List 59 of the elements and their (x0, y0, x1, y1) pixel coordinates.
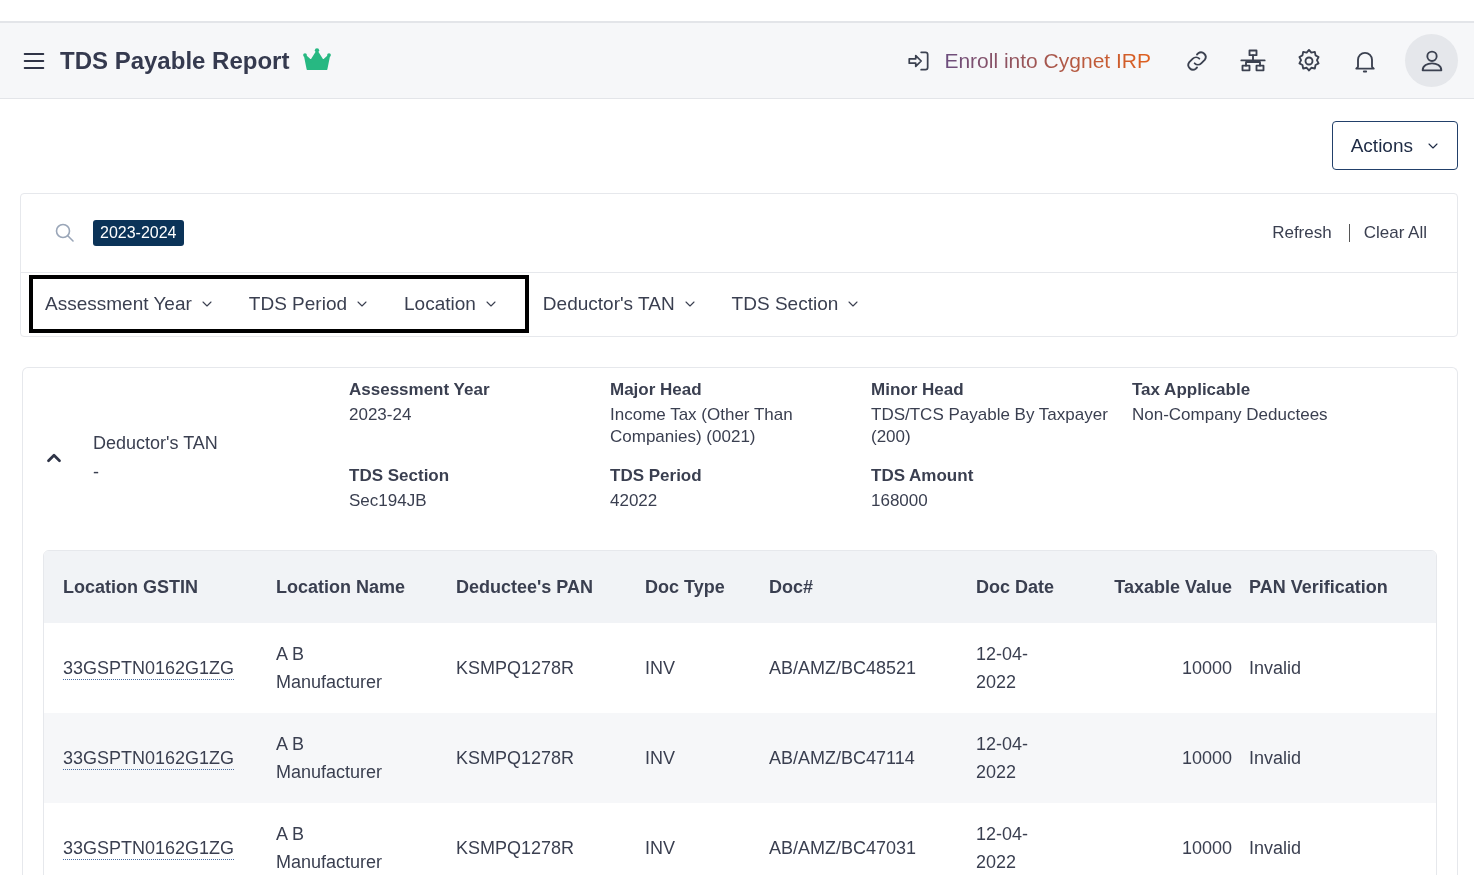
table-cell-text: Invalid (1249, 657, 1303, 680)
table-cell-text: KSMPQ1278R (456, 747, 576, 770)
column-header: Doc Type (645, 576, 726, 598)
field-label: TDS Amount (871, 466, 975, 486)
table-cell-text: A B Manufacturer (276, 643, 384, 694)
filter-dropdown[interactable]: TDS Period (234, 284, 390, 324)
page-title: TDS Payable Report (60, 46, 290, 75)
column-header: Location Name (276, 576, 407, 598)
table-cell-text: 10000 (1181, 747, 1233, 770)
actions-button[interactable]: Actions (1331, 121, 1458, 170)
field-label: Deductor's TAN (93, 432, 218, 455)
table-cell-text: Invalid (1249, 747, 1303, 770)
column-header: Location GSTIN (63, 576, 199, 598)
field-value: 42022 (610, 490, 659, 512)
user-avatar[interactable] (1405, 34, 1458, 87)
table-cell-text: INV (645, 657, 676, 680)
table-cell-text: INV (645, 837, 676, 860)
column-header: Doc Date (976, 576, 1056, 598)
table-cell-text: Invalid (1249, 837, 1303, 860)
table-cell-text: A B Manufacturer (276, 823, 384, 874)
field-value: 168000 (871, 490, 929, 512)
filter-dropdown[interactable]: Assessment Year (31, 284, 235, 324)
column-header: PAN Verification (1249, 576, 1389, 598)
filter-chip: 2023-2024 (93, 220, 184, 246)
field-label: Assessment Year (349, 380, 491, 400)
table-cell-text: KSMPQ1278R (456, 837, 576, 860)
column-header: Deductee's PAN (456, 576, 594, 598)
field-label: Tax Applicable (1132, 380, 1252, 400)
field-label: Minor Head (871, 380, 965, 400)
gstin-link[interactable]: 33GSPTN0162G1ZG (63, 746, 235, 770)
filter-dropdown[interactable]: TDS Section (717, 284, 882, 324)
table-cell-text: AB/AMZ/BC48521 (769, 657, 918, 680)
table-cell-text: KSMPQ1278R (456, 657, 576, 680)
gstin-link[interactable]: 33GSPTN0162G1ZG (63, 836, 235, 860)
table-cell-text: 12-04-2022 (976, 733, 1030, 784)
column-header: Taxable Value (1114, 576, 1233, 598)
field-value: Income Tax (Other Than Companies) (0021) (610, 404, 794, 448)
table-cell-text: INV (645, 747, 676, 770)
table-cell-text: A B Manufacturer (276, 733, 384, 784)
field-value: TDS/TCS Payable By Taxpayer (200) (871, 404, 1109, 448)
gstin-link[interactable]: 33GSPTN0162G1ZG (63, 656, 235, 680)
table-cell-text: AB/AMZ/BC47031 (769, 837, 918, 860)
table-cell-text: AB/AMZ/BC47114 (769, 747, 916, 770)
field-value: - (93, 461, 100, 484)
field-value: Sec194JB (349, 490, 428, 512)
filter-dropdown[interactable]: Location (390, 284, 519, 324)
filter-dropdown[interactable]: Deductor's TAN (528, 284, 718, 324)
table-cell-text: 12-04-2022 (976, 823, 1030, 874)
column-header: Doc# (769, 576, 814, 598)
field-label: TDS Period (610, 466, 703, 486)
table-cell-text: 10000 (1181, 657, 1233, 680)
field-label: Major Head (610, 380, 703, 400)
field-label: TDS Section (349, 466, 451, 486)
table-cell-text: 12-04-2022 (976, 643, 1030, 694)
table-cell-text: 10000 (1181, 837, 1233, 860)
field-value: Non-Company Deductees (1132, 404, 1329, 426)
refresh-link[interactable]: Refresh (1272, 223, 1332, 243)
field-value: 2023-24 (349, 404, 413, 426)
clear-all-link[interactable]: Clear All (1363, 223, 1427, 243)
